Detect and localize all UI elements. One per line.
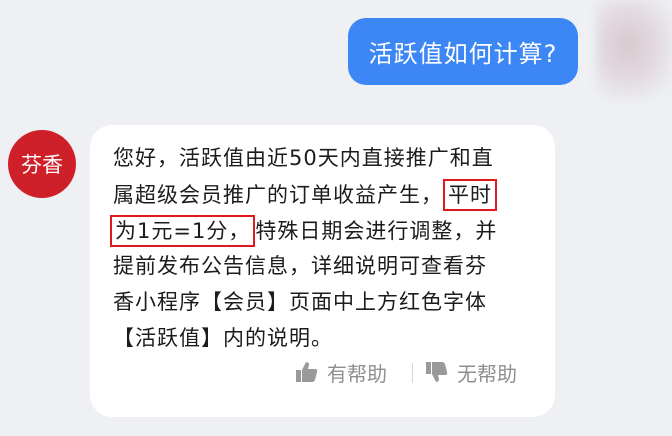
chat-screen: 活跃值如何计算? 芬香 您好，活跃值由近50天内直接推广和直 属超级会员推广的订… xyxy=(0,0,672,436)
highlighted-text: 平时 xyxy=(443,179,497,211)
bot-avatar[interactable]: 芬香 xyxy=(8,130,76,198)
bot-message-line: 您好，活跃值由近50天内直接推广和直 xyxy=(113,146,494,170)
unhelpful-button[interactable]: 无帮助 xyxy=(425,357,517,387)
bot-message-line: 属超级会员推广的订单收益产生， 平时 xyxy=(113,179,497,211)
bot-avatar-label: 芬香 xyxy=(21,153,63,177)
bot-message-line: 提前发布公告信息，详细说明可查看芬 xyxy=(113,254,487,278)
user-avatar xyxy=(596,0,672,100)
thumbs-down-icon xyxy=(426,362,448,382)
bot-message-bubble: 您好，活跃值由近50天内直接推广和直 属超级会员推广的订单收益产生， 平时 为1元… xyxy=(90,125,555,417)
user-message-text: 活跃值如何计算? xyxy=(368,40,558,68)
helpful-label: 有帮助 xyxy=(327,361,387,386)
bot-message-line: 【活跃值】内的说明。 xyxy=(113,326,333,350)
thumbs-up-icon xyxy=(296,362,318,382)
bot-message-line: 为1元=1分， 特殊日期会进行调整，并 xyxy=(110,215,498,247)
highlighted-text: 为1元=1分， xyxy=(110,215,256,247)
bot-message-line: 香小程序【会员】页面中上方红色字体 xyxy=(113,290,487,314)
user-message-bubble: 活跃值如何计算? xyxy=(348,18,578,85)
bot-message-text: 属超级会员推广的订单收益产生， xyxy=(113,183,443,207)
helpful-button[interactable]: 有帮助 xyxy=(295,357,387,387)
bot-message-text: 特殊日期会进行调整，并 xyxy=(255,219,498,243)
unhelpful-label: 无帮助 xyxy=(457,361,517,386)
feedback-divider xyxy=(412,363,413,383)
